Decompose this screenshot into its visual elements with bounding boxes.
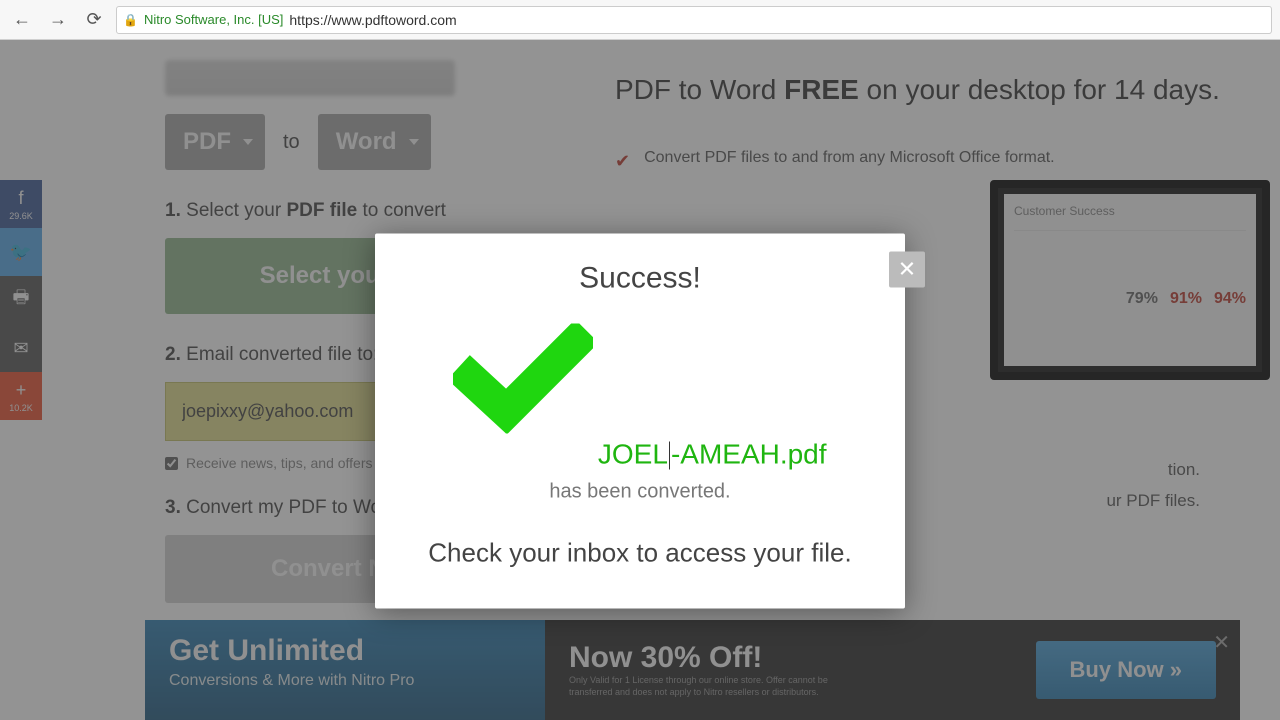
fn-a: JOEL	[598, 438, 668, 469]
fn-b: -AMEAH.pdf	[671, 438, 827, 469]
converted-label: has been converted.	[405, 480, 875, 503]
inbox-message: Check your inbox to access your file.	[405, 537, 875, 568]
url-text: https://www.pdftoword.com	[289, 12, 456, 28]
success-check-icon	[453, 323, 593, 433]
address-bar[interactable]: 🔒 Nitro Software, Inc. [US] https://www.…	[116, 6, 1272, 34]
forward-button[interactable]: →	[44, 6, 72, 34]
lock-icon: 🔒	[123, 13, 138, 27]
browser-toolbar: ← → ⟳ 🔒 Nitro Software, Inc. [US] https:…	[0, 0, 1280, 40]
text-cursor-icon	[669, 442, 670, 470]
back-button[interactable]: ←	[8, 6, 36, 34]
cert-label: Nitro Software, Inc. [US]	[144, 12, 283, 27]
converted-filename: JOEL-AMEAH.pdf	[598, 438, 827, 470]
modal-overlay[interactable]: ✕ Success! JOEL-AMEAH.pdf has been conve…	[0, 40, 1280, 720]
success-modal: ✕ Success! JOEL-AMEAH.pdf has been conve…	[375, 233, 905, 608]
reload-button[interactable]: ⟳	[80, 6, 108, 34]
modal-title: Success!	[405, 261, 875, 295]
modal-close-button[interactable]: ✕	[889, 251, 925, 287]
